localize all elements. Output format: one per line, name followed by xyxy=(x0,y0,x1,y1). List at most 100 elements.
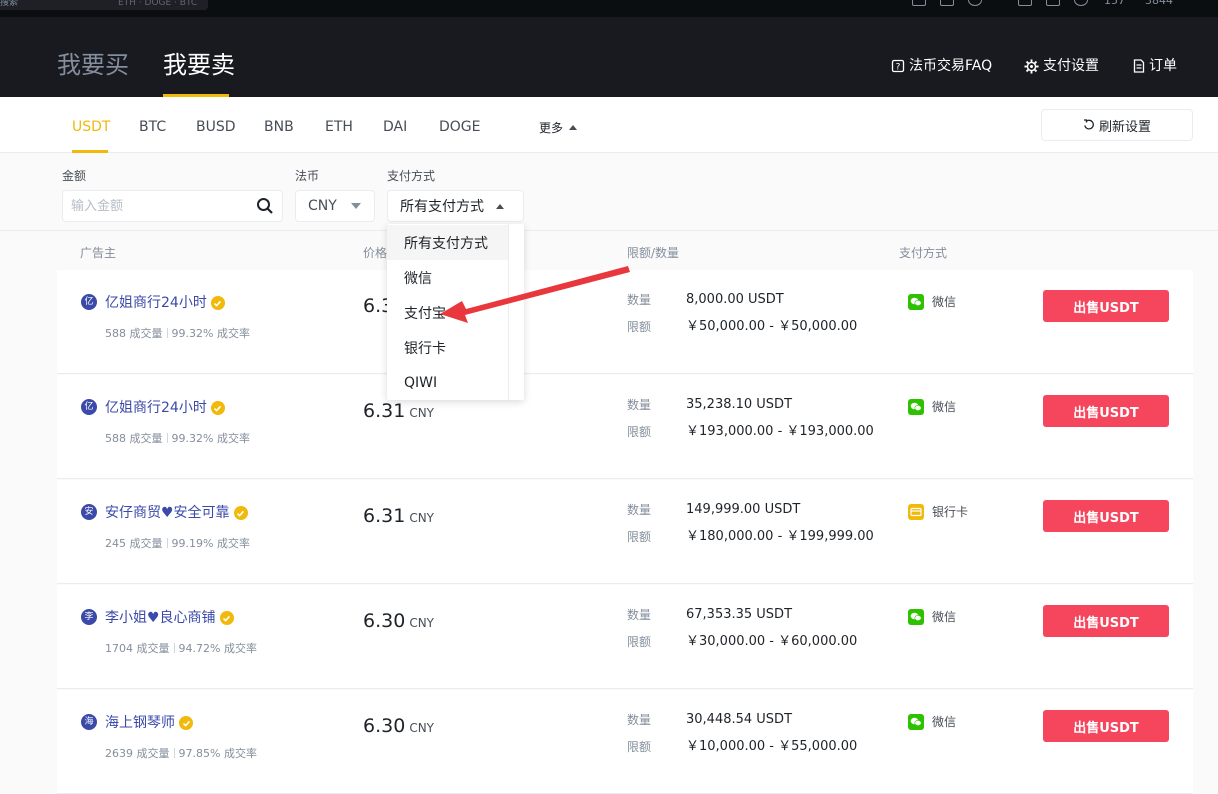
verified-icon xyxy=(219,611,234,625)
tab-sell[interactable]: 我要卖 xyxy=(163,50,235,80)
top-coins-hint: ETH · DOGE · BTC xyxy=(118,0,198,8)
payment-method: 微信 xyxy=(908,609,956,625)
faq-link[interactable]: ? 法币交易FAQ xyxy=(891,57,992,75)
payment-name: 微信 xyxy=(932,400,957,414)
payment-method: 微信 xyxy=(908,714,956,730)
stats-divider xyxy=(166,538,168,548)
qty-value: 30,448.54 USDT xyxy=(686,712,793,727)
qty-value: 35,238.10 USDT xyxy=(686,397,793,412)
sell-usdt-button[interactable]: 出售USDT xyxy=(1043,605,1169,637)
sell-usdt-button[interactable]: 出售USDT xyxy=(1043,290,1169,322)
crypto-tab-bnb[interactable]: BNB xyxy=(264,119,294,135)
option-all-payment[interactable]: 所有支付方式 xyxy=(387,225,508,260)
price-unit: CNY xyxy=(409,511,434,525)
payment-method: 银行卡 xyxy=(908,504,968,520)
option-wechat[interactable]: 微信 xyxy=(387,260,508,295)
wechat-icon xyxy=(908,294,924,310)
qty-label: 数量 xyxy=(627,713,652,727)
fiat-value: CNY xyxy=(308,198,337,214)
stats-divider xyxy=(173,748,175,758)
wechat-icon xyxy=(908,714,924,730)
crypto-tab-eth[interactable]: ETH xyxy=(325,119,353,135)
price: 6.30 CNY xyxy=(363,714,434,740)
refresh-icon xyxy=(1083,119,1094,130)
amount-field xyxy=(62,190,283,222)
orders-link[interactable]: 订单 xyxy=(1133,57,1177,75)
limit-label: 限额 xyxy=(627,425,652,439)
advertiser-name: 亿姐商行24小时 xyxy=(105,400,207,416)
payment-select[interactable]: 所有支付方式 xyxy=(387,190,524,222)
sell-usdt-button[interactable]: 出售USDT xyxy=(1043,395,1169,427)
completion-rate: 99.19% 成交率 xyxy=(171,537,250,550)
price-value: 6.31 xyxy=(363,505,406,527)
order-count: 588 成交量 xyxy=(105,327,163,340)
wechat-icon xyxy=(908,399,924,415)
payment-name: 微信 xyxy=(932,715,957,729)
completion-rate: 97.85% 成交率 xyxy=(178,747,257,760)
option-alipay[interactable]: 支付宝 xyxy=(387,295,508,330)
col-advertiser: 广告主 xyxy=(80,246,117,260)
svg-text:?: ? xyxy=(896,63,901,73)
qty-value: 8,000.00 USDT xyxy=(686,292,784,307)
wallet-icon[interactable] xyxy=(1018,0,1032,6)
dropdown-scrollbar[interactable] xyxy=(508,224,524,400)
payment-method: 微信 xyxy=(908,399,956,415)
stats-divider xyxy=(166,433,168,443)
grid-icon[interactable] xyxy=(912,0,926,6)
amount-input[interactable] xyxy=(71,191,251,221)
qty-label: 数量 xyxy=(627,503,652,517)
advertiser-link[interactable]: 安仔商贸♥安全可靠 xyxy=(105,504,248,522)
top-number-1: 157 xyxy=(1104,0,1125,7)
advertiser-link[interactable]: 海上钢琴师 xyxy=(105,714,193,732)
ad-row: 海 海上钢琴师 2639 成交量 97.85% 成交率 6.30 CNY 数量 30… xyxy=(57,690,1193,794)
ad-row: 李 李小姐♥良心商铺 1704 成交量 94.72% 成交率 6.30 CNY 数量… xyxy=(57,585,1193,689)
advertiser-stats: 2639 成交量 97.85% 成交率 xyxy=(105,747,257,761)
crypto-tab-usdt[interactable]: USDT xyxy=(72,119,110,135)
avatar: 亿 xyxy=(81,294,97,310)
fiat-select[interactable]: CNY xyxy=(295,190,375,222)
option-bank-card[interactable]: 银行卡 xyxy=(387,330,508,365)
payment-value: 所有支付方式 xyxy=(400,199,484,215)
crypto-tab-doge[interactable]: DOGE xyxy=(439,119,481,135)
refresh-label: 刷新设置 xyxy=(1098,119,1151,135)
limit-label: 限额 xyxy=(627,530,652,544)
order-count: 1704 成交量 xyxy=(105,642,170,655)
ad-row: 亿 亿姐商行24小时 588 成交量99.32% 成交率 6.31CNY 数量 … xyxy=(57,375,1193,479)
payment-settings-link[interactable]: 支付设置 xyxy=(1024,57,1099,75)
orders-label: 订单 xyxy=(1149,58,1177,74)
advertiser-stats: 588 成交量 99.32% 成交率 xyxy=(105,432,250,446)
price: 6.31CNY xyxy=(363,399,434,425)
sell-usdt-button[interactable]: 出售USDT xyxy=(1043,710,1169,742)
price-unit: CNY xyxy=(409,721,434,735)
col-payment: 支付方式 xyxy=(899,246,948,260)
top-search-box[interactable]: 搜索 ETH · DOGE · BTC xyxy=(0,0,208,10)
crypto-tab-btc[interactable]: BTC xyxy=(139,119,166,135)
bell-icon[interactable] xyxy=(968,0,982,6)
order-count: 588 成交量 xyxy=(105,432,163,445)
fiat-label: 法币 xyxy=(295,169,320,183)
tab-buy[interactable]: 我要买 xyxy=(57,50,129,80)
orders-icon[interactable] xyxy=(1046,0,1060,6)
crypto-tab-busd[interactable]: BUSD xyxy=(196,119,236,135)
advertiser-name: 亿姐商行24小时 xyxy=(105,295,207,311)
advertiser-link[interactable]: 李小姐♥良心商铺 xyxy=(105,609,234,627)
search-icon[interactable] xyxy=(256,197,274,215)
price: 6.30 CNY xyxy=(363,609,434,635)
download-icon[interactable] xyxy=(940,0,954,6)
avatar: 安 xyxy=(81,504,97,520)
col-price: 价格 xyxy=(363,246,388,260)
price-value: 6.30 xyxy=(363,715,406,737)
option-qiwi[interactable]: QIWI xyxy=(387,365,508,400)
user-icon[interactable] xyxy=(1074,0,1088,6)
top-strip: 搜索 ETH · DOGE · BTC 157 3844 xyxy=(0,0,1218,17)
completion-rate: 99.32% 成交率 xyxy=(171,327,250,340)
qty-value: 149,999.00 USDT xyxy=(686,502,801,517)
advertiser-link[interactable]: 亿姐商行24小时 xyxy=(105,294,225,312)
price-value: 6.31 xyxy=(363,400,406,422)
more-dropdown[interactable]: 更多 xyxy=(539,119,578,136)
limit-value: ￥193,000.00 - ￥193,000.00 xyxy=(686,424,874,439)
crypto-tab-dai[interactable]: DAI xyxy=(383,119,407,135)
sell-usdt-button[interactable]: 出售USDT xyxy=(1043,500,1169,532)
advertiser-link[interactable]: 亿姐商行24小时 xyxy=(105,399,225,417)
refresh-settings-button[interactable]: 刷新设置 xyxy=(1041,109,1193,141)
